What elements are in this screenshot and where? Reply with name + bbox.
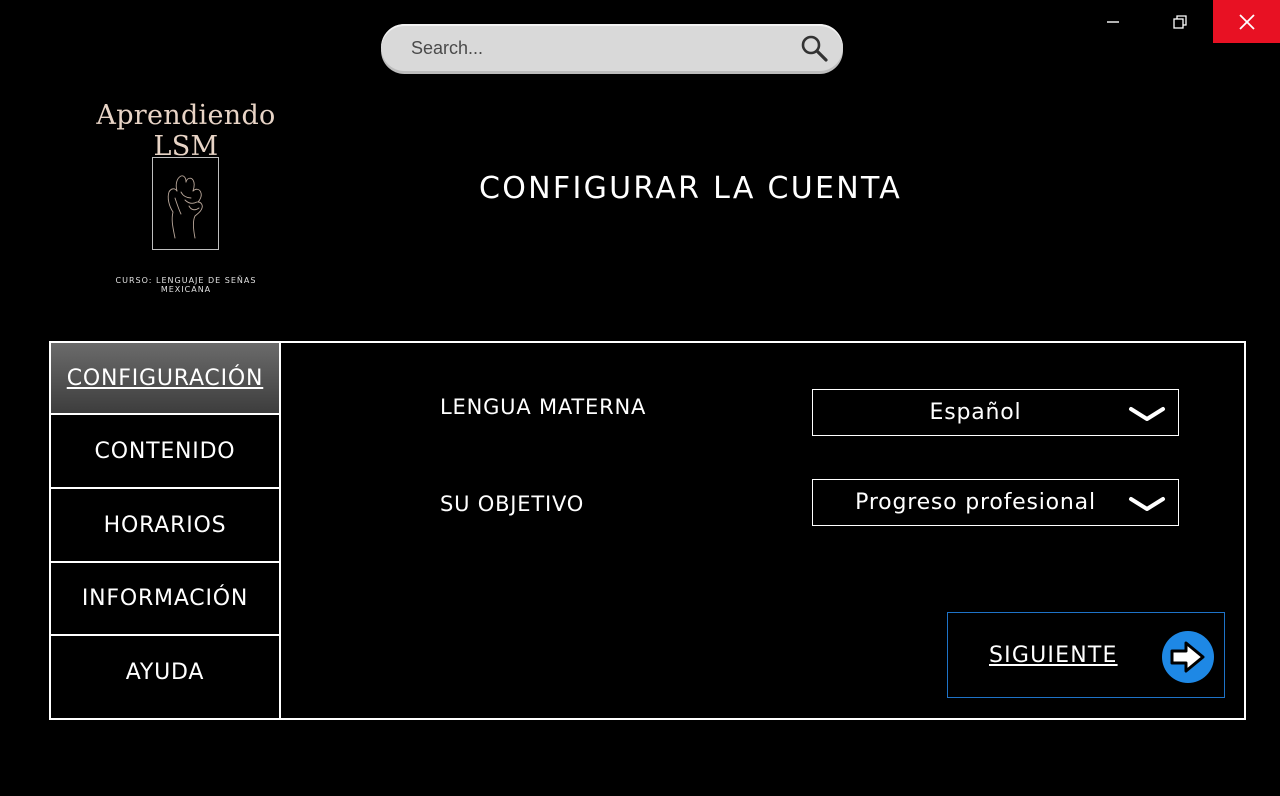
brand-subtitle: CURSO: LENGUAJE DE SEÑAS MEXICANA bbox=[115, 276, 257, 294]
sidebar-item-contenido[interactable]: CONTENIDO bbox=[51, 413, 279, 487]
search-bar bbox=[381, 24, 843, 71]
goal-label: SU OBJETIVO bbox=[440, 492, 585, 516]
page-title: CONFIGURAR LA CUENTA bbox=[479, 171, 903, 206]
minimize-icon bbox=[1106, 20, 1119, 23]
logo bbox=[152, 157, 219, 250]
minimize-button[interactable] bbox=[1079, 0, 1146, 43]
close-button[interactable] bbox=[1213, 0, 1280, 43]
language-select[interactable]: Español bbox=[812, 389, 1179, 436]
sidebar: CONFIGURACIÓN CONTENIDO HORARIOS INFORMA… bbox=[51, 343, 281, 718]
next-button-label: SIGUIENTE bbox=[989, 643, 1118, 668]
window-controls bbox=[1079, 0, 1280, 43]
sidebar-item-informacion[interactable]: INFORMACIÓN bbox=[51, 561, 279, 634]
sidebar-item-configuracion[interactable]: CONFIGURACIÓN bbox=[51, 343, 279, 413]
sidebar-item-ayuda[interactable]: AYUDA bbox=[51, 634, 279, 709]
arrow-right-circle-icon bbox=[1162, 631, 1214, 683]
hand-sign-icon bbox=[167, 175, 203, 239]
settings-panel: CONFIGURACIÓN CONTENIDO HORARIOS INFORMA… bbox=[49, 341, 1246, 720]
chevron-down-icon bbox=[1129, 497, 1165, 511]
search-icon[interactable] bbox=[799, 33, 829, 63]
goal-value: Progreso profesional bbox=[855, 490, 1096, 515]
next-button[interactable]: SIGUIENTE bbox=[947, 612, 1225, 698]
language-value: Español bbox=[929, 400, 1022, 425]
language-label: LENGUA MATERNA bbox=[440, 395, 647, 419]
restore-button[interactable] bbox=[1146, 0, 1213, 43]
restore-icon bbox=[1172, 14, 1187, 29]
chevron-down-icon bbox=[1129, 407, 1165, 421]
sidebar-item-horarios[interactable]: HORARIOS bbox=[51, 487, 279, 561]
close-icon bbox=[1238, 13, 1255, 30]
goal-select[interactable]: Progreso profesional bbox=[812, 479, 1179, 526]
brand-title: Aprendiendo LSM bbox=[96, 100, 276, 162]
search-input[interactable] bbox=[409, 32, 783, 64]
